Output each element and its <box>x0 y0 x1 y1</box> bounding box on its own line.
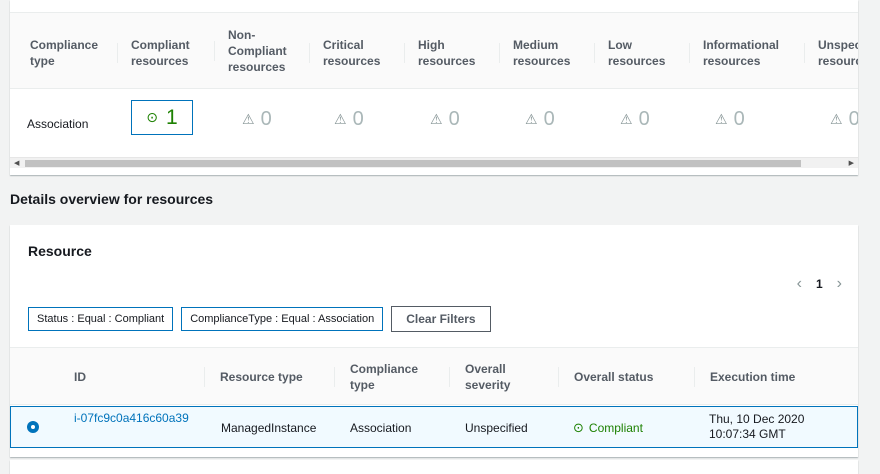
resource-type-cell: ManagedInstance <box>221 421 317 435</box>
warning-triangle-icon: ⚠ <box>334 111 347 127</box>
warning-triangle-icon: ⚠ <box>830 111 843 127</box>
col-non-compliant-resources: Non-Compliant resources <box>214 27 298 75</box>
active-filters: Status : Equal : Compliant ComplianceTyp… <box>28 306 491 332</box>
filter-chip-compliance-type[interactable]: ComplianceType : Equal : Association <box>181 307 384 331</box>
warning-triangle-icon: ⚠ <box>525 111 538 127</box>
col-informational-resources: Informational resources <box>689 37 793 69</box>
compliance-summary-panel: Compliance type Compliant resources Non-… <box>10 0 858 175</box>
warning-triangle-icon: ⚠ <box>430 111 443 127</box>
high-count-cell: ⚠ 0 <box>430 108 460 130</box>
unspecified-count-cell: ⚠ 0 <box>830 108 858 130</box>
overall-severity-cell: Unspecified <box>465 421 528 435</box>
warning-triangle-icon: ⚠ <box>620 111 633 127</box>
chevron-right-icon[interactable]: › <box>837 275 842 293</box>
pagination: ‹ 1 › <box>797 275 842 293</box>
overall-status-cell: ⊙ Compliant <box>573 420 643 436</box>
status-label: Compliant <box>588 421 643 435</box>
critical-count-cell: ⚠ 0 <box>334 108 364 130</box>
resource-id-link[interactable]: i-07fc9c0a416c60a39 <box>74 411 194 426</box>
execution-time-cell: Thu, 10 Dec 2020 10:07:34 GMT <box>709 412 805 441</box>
compliant-count: 1 <box>166 105 178 129</box>
col-overall-severity[interactable]: Overall severity <box>449 361 535 393</box>
chevron-left-icon[interactable]: ‹ <box>797 275 802 293</box>
scroll-right-icon[interactable]: ▶ <box>849 158 854 169</box>
col-overall-status[interactable]: Overall status <box>558 367 653 387</box>
col-compliance-type: Compliance type <box>30 38 99 68</box>
col-critical-resources: Critical resources <box>309 37 393 69</box>
col-compliant-resources: Compliant resources <box>117 37 201 69</box>
compliant-count-link[interactable]: ⊙ 1 <box>131 100 193 135</box>
col-id[interactable]: ID <box>74 369 86 385</box>
scroll-left-icon[interactable]: ◀ <box>14 158 19 169</box>
compliance-type-cell: Association <box>350 421 412 435</box>
page-number[interactable]: 1 <box>816 277 823 291</box>
check-circle-icon: ⊙ <box>146 109 159 125</box>
resource-panel-title: Resource <box>28 243 92 259</box>
col-execution-time[interactable]: Execution time <box>694 367 795 387</box>
low-count-cell: ⚠ 0 <box>620 108 650 130</box>
non-compliant-count-cell: ⚠ 0 <box>242 108 272 130</box>
col-compliance-type[interactable]: Compliance type <box>334 361 430 393</box>
filter-chip-status[interactable]: Status : Equal : Compliant <box>28 307 174 331</box>
resource-table-header: ID Resource type Compliance type Overall… <box>10 347 858 405</box>
check-circle-icon: ⊙ <box>573 420 584 435</box>
summary-table-header: Compliance type Compliant resources Non-… <box>10 13 858 89</box>
details-overview-title: Details overview for resources <box>10 191 214 207</box>
warning-triangle-icon: ⚠ <box>715 111 728 127</box>
row-select-radio[interactable] <box>27 421 39 433</box>
informational-count-cell: ⚠ 0 <box>715 108 745 130</box>
col-unspecified-resources: Unspecified resources <box>804 37 858 69</box>
scrollbar-thumb[interactable] <box>25 160 801 167</box>
panel-top-strip <box>10 0 858 13</box>
table-row[interactable]: i-07fc9c0a416c60a39 ManagedInstance Asso… <box>10 406 858 448</box>
warning-triangle-icon: ⚠ <box>242 111 255 127</box>
next-panel-edge <box>10 460 858 474</box>
col-high-resources: High resources <box>404 37 488 69</box>
medium-count-cell: ⚠ 0 <box>525 108 555 130</box>
row-compliance-type: Association <box>27 117 89 131</box>
horizontal-scrollbar[interactable]: ◀ ▶ <box>10 157 858 168</box>
resource-panel: Resource ‹ 1 › Status : Equal : Complian… <box>10 225 858 457</box>
clear-filters-button[interactable]: Clear Filters <box>391 306 491 332</box>
col-medium-resources: Medium resources <box>499 37 583 69</box>
summary-table-row: Association ⊙ 1 ⚠ 0 ⚠ 0 ⚠ 0 ⚠ 0 ⚠ 0 ⚠ 0 ⚠ 0 <box>10 90 858 155</box>
col-resource-type[interactable]: Resource type <box>204 367 303 387</box>
col-low-resources: Low resources <box>594 37 678 69</box>
